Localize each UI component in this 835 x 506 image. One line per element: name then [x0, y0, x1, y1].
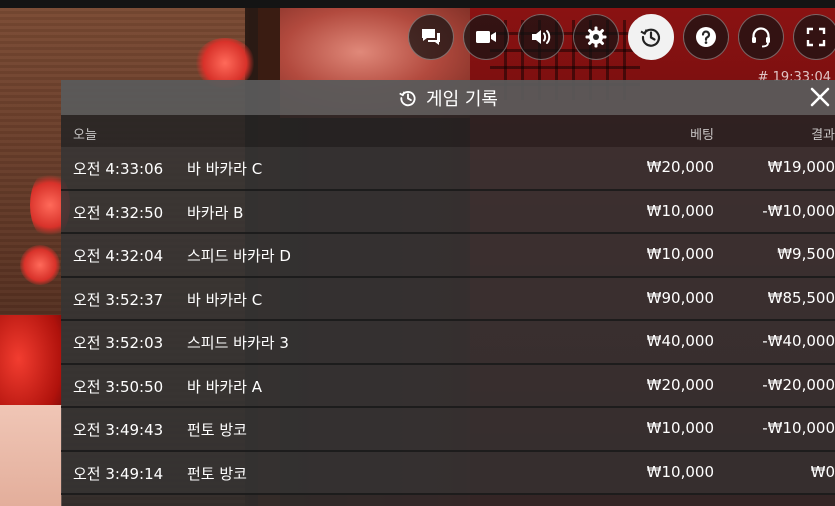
history-row[interactable]: 오전 4:32:04 스피드 바카라 D ₩10,000 ₩9,500: [61, 234, 835, 278]
chat-icon: [422, 29, 440, 45]
game-name: 스피드 바카라 D: [187, 247, 291, 265]
result-column-header: 결과: [811, 128, 835, 143]
dealer-arm: [0, 405, 62, 506]
help-button[interactable]: [683, 14, 729, 60]
history-icon: [640, 28, 661, 47]
gear-icon: [585, 26, 607, 48]
result-amount: ₩85,500: [767, 288, 835, 307]
game-name: 바 바카라 C: [187, 290, 263, 309]
history-row[interactable]: 오전 3:52:03 스피드 바카라 3 ₩40,000 -₩40,000: [61, 321, 835, 365]
chat-button[interactable]: [408, 14, 454, 60]
result-amount: ₩9,500: [777, 245, 835, 263]
game-name: 바 바카라 C: [187, 160, 263, 178]
result-amount: -₩40,000: [762, 332, 835, 350]
game-name: 스피드 바카라 3: [187, 334, 289, 352]
round-time: 오전 4:32:04: [73, 247, 164, 265]
bet-amount: ₩20,000: [646, 375, 714, 394]
history-row[interactable]: 오전 3:49:14 펀토 방코 ₩10,000 ₩0: [61, 451, 835, 495]
headset-icon: [752, 27, 770, 48]
red-flower: [20, 245, 60, 285]
bet-amount: ₩90,000: [646, 288, 714, 307]
bet-amount: ₩10,000: [646, 419, 714, 437]
bet-column-header: 베팅: [690, 128, 714, 143]
close-icon: [810, 87, 830, 107]
result-amount: ₩0: [810, 462, 835, 481]
history-row[interactable]: 오전 4:33:06 바 바카라 C ₩20,000 ₩19,000: [61, 147, 835, 191]
history-row[interactable]: 오전 3:52:37 바 바카라 C ₩90,000 ₩85,500: [61, 277, 835, 321]
panel-title: 게임 기록: [426, 88, 498, 110]
history-row[interactable]: 오전 4:32:50 바카라 B ₩10,000 -₩10,000: [61, 190, 835, 234]
round-time: 오전 3:52:03: [73, 334, 164, 352]
game-name: 펀토 방코: [187, 421, 247, 439]
bet-amount: ₩10,000: [646, 245, 714, 263]
result-amount: ₩19,000: [767, 158, 835, 176]
game-name: 바 바카라 A: [187, 377, 262, 396]
round-time: 오전 4:33:06: [73, 160, 164, 178]
video-camera-icon: [476, 31, 496, 43]
round-time: 오전 4:32:50: [73, 203, 164, 222]
support-button[interactable]: [738, 14, 784, 60]
column-header-row: 오늘 베팅 결과: [61, 115, 835, 147]
history-button[interactable]: [628, 14, 674, 60]
game-toolbar: [408, 14, 835, 62]
history-icon: [399, 90, 416, 106]
game-name: 펀토 방코: [187, 464, 247, 483]
top-edge-bar: [0, 0, 835, 8]
date-group-label: 오늘: [73, 128, 97, 143]
round-time: 오전 3:49:43: [73, 421, 164, 439]
result-amount: -₩10,000: [762, 419, 835, 437]
round-time: 오전 3:52:37: [73, 290, 164, 309]
bet-amount: ₩10,000: [646, 462, 714, 481]
speaker-icon: [532, 30, 551, 44]
round-time: 오전 3:49:14: [73, 464, 164, 483]
result-amount: -₩10,000: [762, 201, 835, 220]
settings-button[interactable]: [573, 14, 619, 60]
history-row[interactable]: 오전 3:49:43 펀토 방코 ₩10,000 -₩10,000: [61, 408, 835, 452]
sound-button[interactable]: [518, 14, 564, 60]
fullscreen-icon: [806, 27, 826, 47]
bet-amount: ₩40,000: [646, 332, 714, 350]
panel-header: 게임 기록: [61, 80, 835, 115]
round-time: 오전 3:50:50: [73, 377, 164, 396]
result-amount: -₩20,000: [762, 375, 835, 394]
game-history-panel: 게임 기록 오늘 베팅 결과 오전 4:33:06 바 바카라 C ₩20,00…: [61, 80, 835, 506]
help-icon: [696, 27, 716, 47]
video-button[interactable]: [463, 14, 509, 60]
game-name: 바카라 B: [187, 203, 244, 222]
bet-amount: ₩20,000: [646, 158, 714, 176]
history-row[interactable]: 오전 3:50:50 바 바카라 A ₩20,000 -₩20,000: [61, 364, 835, 408]
bet-amount: ₩10,000: [646, 201, 714, 220]
fullscreen-button[interactable]: [793, 14, 835, 60]
close-button[interactable]: [807, 84, 833, 110]
